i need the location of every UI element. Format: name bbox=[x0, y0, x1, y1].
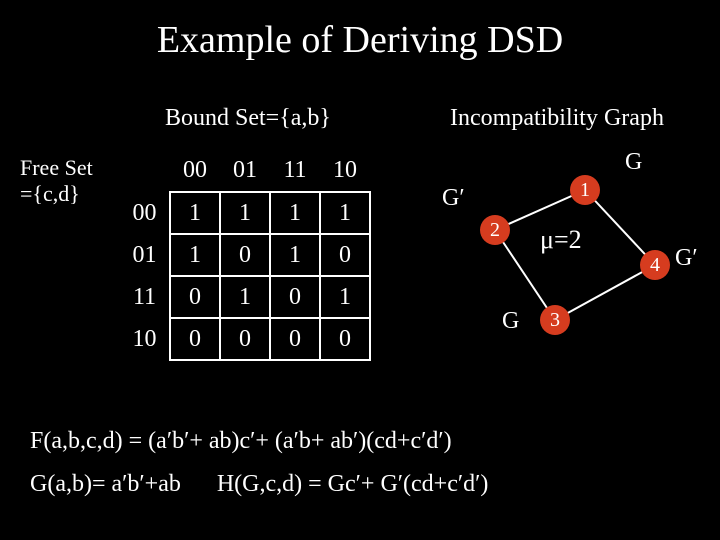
mu-label: μ=2 bbox=[540, 225, 582, 255]
incompatibility-graph-label: Incompatibility Graph bbox=[450, 105, 664, 132]
col-header: 00 bbox=[170, 150, 220, 192]
row-header: 01 bbox=[120, 234, 170, 276]
slide-title: Example of Deriving DSD bbox=[0, 0, 720, 62]
table-cell: 1 bbox=[220, 276, 270, 318]
table-cell: 1 bbox=[170, 234, 220, 276]
col-header: 01 bbox=[220, 150, 270, 192]
table-cell: 1 bbox=[270, 234, 320, 276]
edge-label-top: G bbox=[625, 149, 642, 176]
graph-node-1: 1 bbox=[570, 175, 600, 205]
col-header: 10 bbox=[320, 150, 370, 192]
equation-G: G(a,b)= a′b′+ab bbox=[30, 471, 181, 497]
table-cell: 0 bbox=[320, 318, 370, 360]
row-header: 11 bbox=[120, 276, 170, 318]
graph-node-4: 4 bbox=[640, 250, 670, 280]
equations-block: F(a,b,c,d) = (a′b′+ ab)c′+ (a′b+ ab′)(cd… bbox=[30, 420, 488, 506]
table-cell: 0 bbox=[170, 276, 220, 318]
table-cell: 0 bbox=[270, 276, 320, 318]
row-header: 00 bbox=[120, 192, 170, 234]
table-cell: 0 bbox=[270, 318, 320, 360]
table-cell: 1 bbox=[270, 192, 320, 234]
bound-set-label: Bound Set={a,b} bbox=[165, 105, 331, 132]
truth-table: 00 01 11 10 00 1 1 1 1 01 1 0 1 0 11 0 1… bbox=[120, 150, 371, 361]
table-cell: 1 bbox=[320, 276, 370, 318]
table-cell: 0 bbox=[170, 318, 220, 360]
table-cell: 1 bbox=[320, 192, 370, 234]
free-set-line2: ={c,d} bbox=[20, 181, 93, 207]
table-cell: 0 bbox=[320, 234, 370, 276]
table-cell: 1 bbox=[170, 192, 220, 234]
table-cell: 0 bbox=[220, 318, 270, 360]
free-set-line1: Free Set bbox=[20, 155, 93, 181]
equation-H: H(G,c,d) = Gc′+ G′(cd+c′d′) bbox=[217, 471, 489, 497]
edge-label-left: G′ bbox=[442, 185, 465, 212]
edge-label-bottom: G bbox=[502, 308, 519, 335]
col-header: 11 bbox=[270, 150, 320, 192]
free-set-label: Free Set ={c,d} bbox=[20, 155, 93, 208]
edge-label-right: G′ bbox=[675, 245, 698, 272]
row-header: 10 bbox=[120, 318, 170, 360]
incompatibility-graph: 1 2 3 4 G G′ G′ G μ=2 bbox=[430, 145, 690, 365]
table-cell: 0 bbox=[220, 234, 270, 276]
graph-node-3: 3 bbox=[540, 305, 570, 335]
graph-node-2: 2 bbox=[480, 215, 510, 245]
equation-F: F(a,b,c,d) = (a′b′+ ab)c′+ (a′b+ ab′)(cd… bbox=[30, 420, 488, 463]
table-cell: 1 bbox=[220, 192, 270, 234]
